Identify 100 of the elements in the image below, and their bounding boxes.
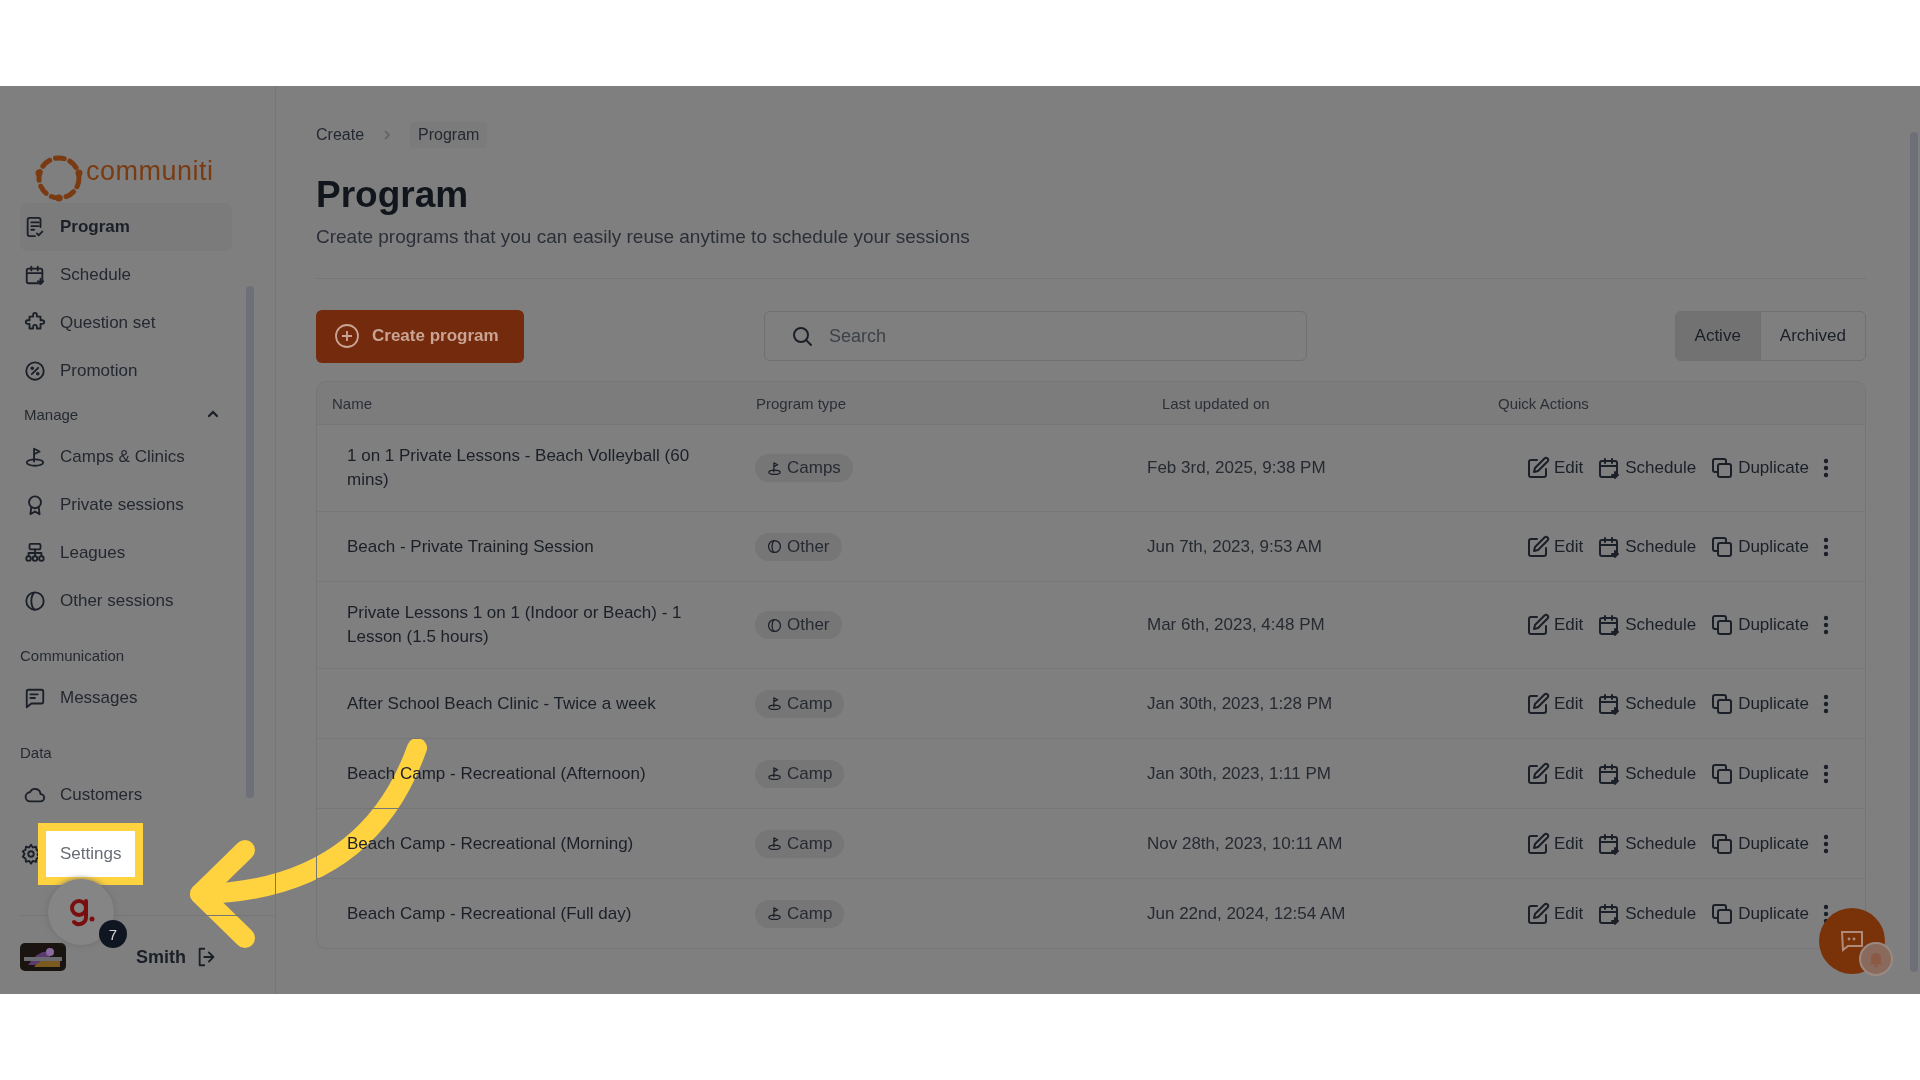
type-tag: Camp: [755, 899, 845, 928]
program-name: After School Beach Clinic - Twice a week: [346, 692, 657, 715]
action-button[interactable]: Duplicate: [1710, 761, 1809, 786]
nav-item[interactable]: Private sessions: [20, 481, 232, 529]
action-button[interactable]: Schedule: [1597, 761, 1697, 786]
plus-circle-icon: [334, 323, 360, 349]
action-button[interactable]: Schedule: [1597, 613, 1697, 637]
notification-button[interactable]: [1859, 942, 1893, 976]
action-button[interactable]: Edit: [1525, 901, 1584, 926]
program-name: 1 on 1 Private Lessons - Beach Volleyball (60 mins): [346, 445, 691, 491]
action-button[interactable]: Schedule: [1597, 831, 1697, 856]
type-tag: Camp: [755, 689, 845, 718]
updated-date: Jun 22nd, 2024, 12:54 AM: [1147, 903, 1347, 924]
section-heading: Manage: [23, 405, 79, 423]
program-name: Private Lessons 1 on 1 (Indoor or Beach) - 1 Lesson (1.5 hours): [346, 602, 683, 648]
nav-item[interactable]: Camps & Clinics: [20, 433, 232, 481]
document-check-icon: [24, 216, 46, 238]
more-icon[interactable]: [1823, 458, 1829, 478]
flag-hole-icon: [767, 460, 782, 476]
edit-icon: [1525, 613, 1550, 637]
action-button[interactable]: Duplicate: [1710, 613, 1809, 637]
half-circle-icon: [767, 539, 782, 554]
nav-item[interactable]: Leagues: [20, 529, 232, 577]
chat-icon: [1839, 928, 1865, 954]
bell-icon: [1867, 950, 1885, 968]
type-tag: Camp: [755, 829, 845, 858]
nav-item[interactable]: Promotion: [20, 347, 232, 395]
copy-icon: [1710, 831, 1735, 856]
edit-icon: [1525, 456, 1550, 480]
type-tag: Other: [755, 611, 842, 639]
calendar-plus-icon: [1597, 613, 1622, 637]
program-name: Beach - Private Training Session: [346, 535, 595, 558]
nav-item[interactable]: Schedule: [20, 251, 232, 299]
more-icon[interactable]: [1823, 693, 1829, 714]
action-button[interactable]: Schedule: [1597, 456, 1697, 480]
edit-icon: [1525, 761, 1550, 786]
type-tag: Camps: [755, 454, 853, 482]
more-icon[interactable]: [1823, 536, 1829, 557]
copy-icon: [1710, 691, 1735, 716]
action-button[interactable]: Edit: [1525, 761, 1584, 786]
nav-item[interactable]: Customers: [20, 771, 232, 819]
flag-hole-icon: [24, 446, 46, 468]
action-button[interactable]: Duplicate: [1710, 901, 1809, 926]
action-button[interactable]: Schedule: [1597, 534, 1697, 559]
calendar-plus-icon: [1597, 456, 1622, 480]
notification-badge: 7: [99, 920, 127, 948]
flag-hole-icon: [767, 836, 782, 851]
flag-hole-icon: [767, 696, 782, 711]
copy-icon: [1710, 901, 1735, 926]
action-button[interactable]: Schedule: [1597, 691, 1697, 716]
calendar-plus-icon: [24, 264, 46, 286]
action-button[interactable]: Duplicate: [1710, 456, 1809, 480]
action-button[interactable]: Edit: [1525, 831, 1584, 856]
breadcrumb-link[interactable]: Program: [410, 122, 488, 148]
copy-icon: [1710, 613, 1735, 637]
action-button[interactable]: Edit: [1525, 691, 1584, 716]
calendar-plus-icon: [1597, 761, 1622, 786]
column-header: Program type: [755, 394, 848, 412]
action-button[interactable]: Schedule: [1597, 901, 1697, 926]
updated-date: Jun 7th, 2023, 9:53 AM: [1147, 536, 1323, 557]
percent-circle-icon: [24, 360, 46, 382]
action-button[interactable]: Duplicate: [1710, 534, 1809, 559]
logo: communiti: [34, 153, 228, 203]
updated-date: Jan 30th, 2023, 1:28 PM: [1147, 693, 1334, 714]
more-icon[interactable]: [1823, 833, 1829, 854]
action-button[interactable]: Duplicate: [1710, 691, 1809, 716]
updated-date: Feb 3rd, 2025, 9:38 PM: [1147, 458, 1327, 478]
edit-icon: [1525, 691, 1550, 716]
more-icon[interactable]: [1823, 615, 1829, 635]
hierarchy-icon: [24, 542, 46, 564]
edit-icon: [1525, 901, 1550, 926]
breadcrumb-link[interactable]: Create: [316, 126, 365, 144]
column-header: Name: [331, 394, 373, 412]
more-icon[interactable]: [1823, 903, 1829, 924]
tab[interactable]: Archived: [1759, 312, 1865, 360]
more-icon[interactable]: [1823, 763, 1829, 784]
calendar-plus-icon: [1597, 691, 1622, 716]
search-icon: [790, 324, 814, 348]
create-program-button[interactable]: Create program: [316, 309, 524, 363]
action-button[interactable]: Edit: [1525, 534, 1584, 559]
copy-icon: [1710, 534, 1735, 559]
half-circle-icon: [24, 590, 46, 612]
updated-date: Nov 28th, 2023, 10:11 AM: [1147, 833, 1344, 854]
section-heading: Data: [20, 743, 52, 761]
search-field[interactable]: Search: [764, 311, 1307, 361]
type-tag: Other: [755, 532, 842, 561]
nav-item[interactable]: Other sessions: [20, 577, 232, 625]
nav-item[interactable]: Messages: [20, 674, 232, 722]
calendar-plus-icon: [1597, 831, 1622, 856]
nav-item[interactable]: Program: [20, 203, 232, 251]
updated-date: Mar 6th, 2023, 4:48 PM: [1147, 615, 1326, 635]
column-header: Quick Actions: [1497, 394, 1590, 412]
action-button[interactable]: Duplicate: [1710, 831, 1809, 856]
action-button[interactable]: Edit: [1525, 613, 1584, 637]
page-subtitle: Create programs that you can easily reuse anytime to schedule your sessions: [316, 226, 971, 248]
nav-item[interactable]: Question set: [20, 299, 232, 347]
calendar-plus-icon: [1597, 534, 1622, 559]
settings-link[interactable]: Settings: [38, 823, 144, 885]
tab[interactable]: Active: [1675, 312, 1760, 360]
action-button[interactable]: Edit: [1525, 456, 1584, 480]
